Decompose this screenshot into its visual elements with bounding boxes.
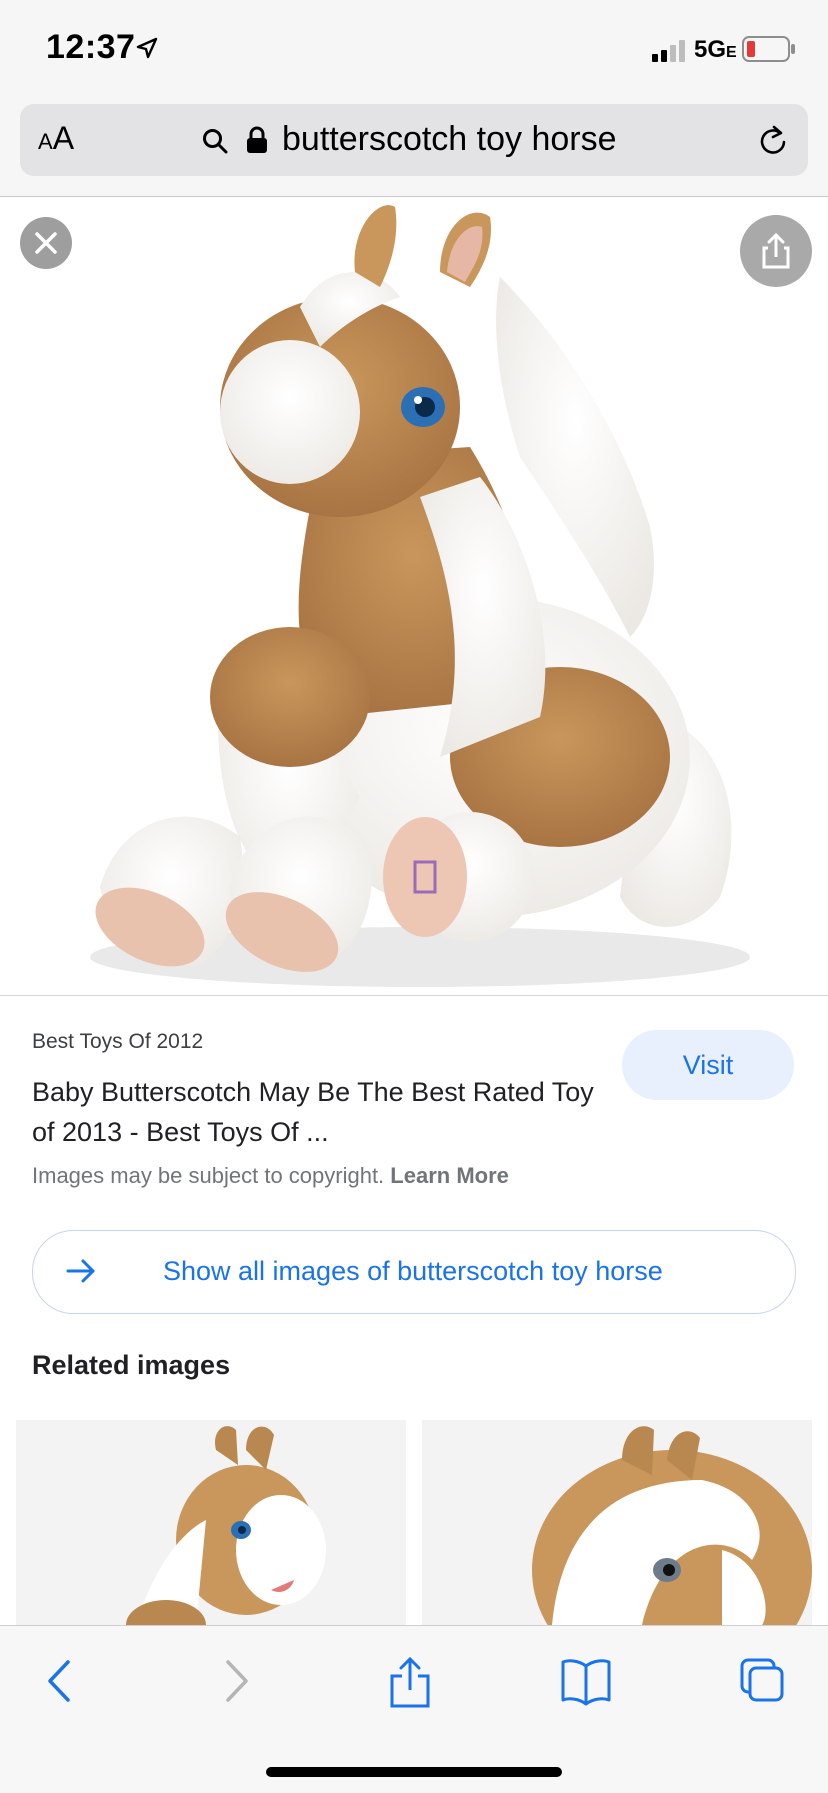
share-icon[interactable] (388, 1656, 432, 1715)
show-all-images-button[interactable]: Show all images of butterscotch toy hors… (32, 1230, 796, 1314)
search-icon (202, 128, 228, 159)
address-bar[interactable]: AA butterscotch toy horse (20, 104, 808, 176)
location-arrow-icon (135, 36, 159, 65)
lock-icon (246, 126, 268, 159)
show-all-label: Show all images of butterscotch toy hors… (163, 1256, 663, 1286)
image-source[interactable]: Best Toys Of 2012 (32, 1030, 203, 1054)
arrow-right-icon (65, 1256, 97, 1291)
text-size-button[interactable]: AA (38, 120, 74, 157)
browser-header: AA butterscotch toy horse (0, 100, 828, 197)
copyright-notice: Images may be subject to copyright. Lear… (32, 1163, 509, 1188)
share-image-button[interactable] (740, 215, 812, 287)
reload-icon[interactable] (758, 124, 790, 163)
close-button[interactable] (20, 217, 72, 269)
related-image-2[interactable] (422, 1420, 812, 1625)
related-images-heading: Related images (32, 1350, 231, 1380)
learn-more-link[interactable]: Learn More (390, 1163, 509, 1188)
home-indicator[interactable] (266, 1767, 562, 1777)
back-icon[interactable] (40, 1656, 80, 1711)
bookmarks-icon[interactable] (560, 1656, 612, 1711)
forward-icon[interactable] (216, 1656, 256, 1711)
related-image-1[interactable] (16, 1420, 406, 1625)
toy-horse-thumbnail (126, 1426, 326, 1625)
image-viewer (0, 197, 828, 996)
image-title[interactable]: Baby Butterscotch May Be The Best Rated … (32, 1072, 602, 1152)
visit-button[interactable]: Visit (622, 1030, 794, 1100)
status-bar: 12:37 5GE (0, 0, 828, 100)
battery-icon (742, 36, 796, 67)
share-icon (762, 232, 790, 269)
signal-icon (651, 40, 687, 67)
toy-horse-image (90, 205, 750, 987)
url-text[interactable]: butterscotch toy horse (282, 120, 617, 159)
tabs-icon[interactable] (738, 1656, 786, 1709)
status-time: 12:37 (46, 28, 136, 66)
network-label: 5GE (694, 36, 737, 63)
close-icon (35, 232, 57, 254)
toy-horse-thumbnail (532, 1426, 812, 1625)
